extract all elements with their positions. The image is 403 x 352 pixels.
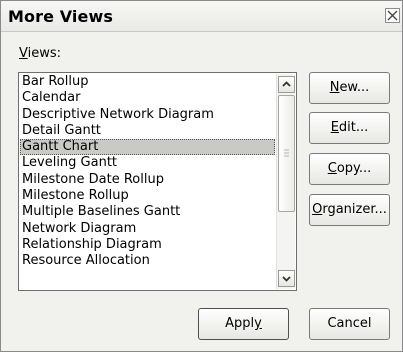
edit-button-mnemonic: E — [330, 120, 339, 135]
scroll-thumb[interactable] — [278, 95, 295, 212]
views-scrollbar[interactable] — [276, 74, 295, 289]
views-label: Views: — [19, 46, 61, 61]
views-list[interactable]: Bar Rollup Calendar Descriptive Network Di… — [20, 74, 275, 289]
cancel-button-label: Cancel — [327, 316, 372, 331]
new-button-label: ew... — [339, 80, 370, 95]
new-button-mnemonic: N — [329, 80, 340, 95]
scroll-up-button[interactable] — [278, 76, 295, 93]
new-button[interactable]: New... — [309, 72, 390, 104]
more-views-dialog: More Views Views: Bar Rollup Calendar Desc… — [0, 0, 403, 352]
apply-button-label: Appl — [225, 316, 255, 331]
list-item[interactable]: Bar Rollup — [20, 74, 275, 90]
close-button[interactable] — [385, 8, 400, 23]
scroll-down-button[interactable] — [278, 270, 295, 287]
list-item[interactable]: Network Diagram — [20, 221, 275, 237]
list-item[interactable]: Multiple Baselines Gantt — [20, 204, 275, 220]
copy-button-label: opy... — [336, 161, 372, 176]
chevron-up-icon — [282, 81, 291, 87]
organizer-button-label: rganizer... — [322, 202, 387, 217]
copy-button-mnemonic: C — [327, 161, 337, 176]
edit-button[interactable]: Edit... — [309, 112, 390, 144]
list-item[interactable]: Detail Gantt — [20, 123, 275, 139]
list-item[interactable]: Calendar — [20, 90, 275, 106]
apply-button-mnemonic: y — [254, 316, 262, 331]
views-label-mnemonic: V — [19, 46, 28, 61]
grip-icon — [284, 149, 289, 157]
list-item[interactable]: Milestone Rollup — [20, 188, 275, 204]
dialog-title: More Views — [8, 7, 113, 26]
list-item[interactable]: Descriptive Network Diagram — [20, 107, 275, 123]
close-icon — [387, 10, 398, 21]
copy-button[interactable]: Copy... — [309, 153, 390, 185]
list-item[interactable]: Leveling Gantt — [20, 155, 275, 171]
title-bar: More Views — [1, 1, 402, 32]
apply-button[interactable]: Apply — [198, 308, 289, 340]
chevron-down-icon — [282, 276, 291, 282]
views-listbox[interactable]: Bar Rollup Calendar Descriptive Network Di… — [18, 72, 297, 291]
edit-button-label: dit... — [338, 120, 369, 135]
list-item[interactable]: Milestone Date Rollup — [20, 172, 275, 188]
organizer-button[interactable]: Organizer... — [309, 194, 390, 226]
cancel-button[interactable]: Cancel — [309, 308, 390, 340]
views-label-text: iews: — [27, 46, 62, 61]
list-item[interactable]: Gantt Chart — [20, 139, 275, 156]
organizer-button-mnemonic: O — [312, 202, 323, 217]
list-item[interactable]: Resource Allocation — [20, 253, 275, 269]
list-item[interactable]: Relationship Diagram — [20, 237, 275, 253]
